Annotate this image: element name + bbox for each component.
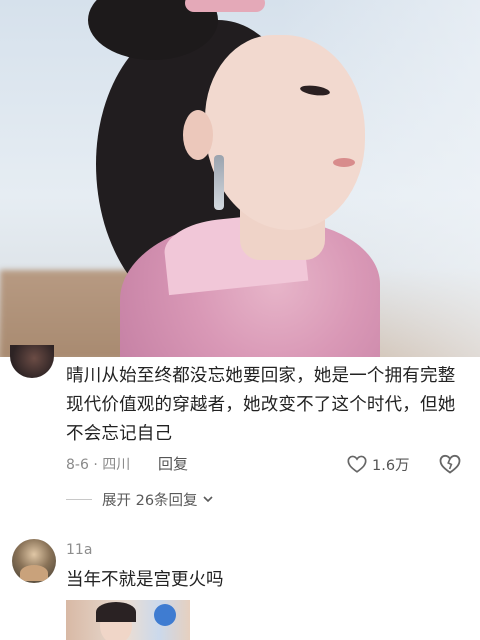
expand-replies[interactable]: 展开 26条回复: [66, 488, 214, 510]
comment-text: 晴川从始至终都没忘她要回家，她是一个拥有完整现代价值观的穿越者，她改变不了这个时…: [66, 366, 456, 444]
expand-divider: [66, 498, 92, 500]
reply-button[interactable]: 回复: [158, 453, 188, 474]
reply-username[interactable]: 11a: [66, 542, 92, 558]
dislike-heart-icon[interactable]: [438, 452, 462, 476]
like-count: 1.6万: [372, 457, 410, 474]
thumb-hair: [96, 602, 136, 622]
comment-date-location: 8-6 · 四川: [66, 457, 131, 473]
lips: [333, 158, 355, 167]
comment-meta: 8-6 · 四川 回复 1.6万: [66, 452, 468, 476]
thumb-blue-object: [154, 604, 176, 626]
video-frame[interactable]: [0, 0, 480, 357]
chevron-down-icon: [202, 496, 213, 503]
heart-outline-icon: [347, 455, 367, 473]
ear: [183, 110, 213, 160]
earring: [214, 155, 224, 210]
reply-image-thumbnail[interactable]: [66, 600, 190, 640]
expand-replies-label: 展开 26条回复: [102, 492, 198, 509]
reply-avatar[interactable]: [12, 539, 56, 583]
reply-text: 当年不就是宫更火吗: [66, 570, 224, 590]
hair-ornament: [185, 0, 265, 12]
commenter-avatar[interactable]: [10, 345, 54, 378]
like-button[interactable]: 1.6万: [346, 452, 410, 476]
